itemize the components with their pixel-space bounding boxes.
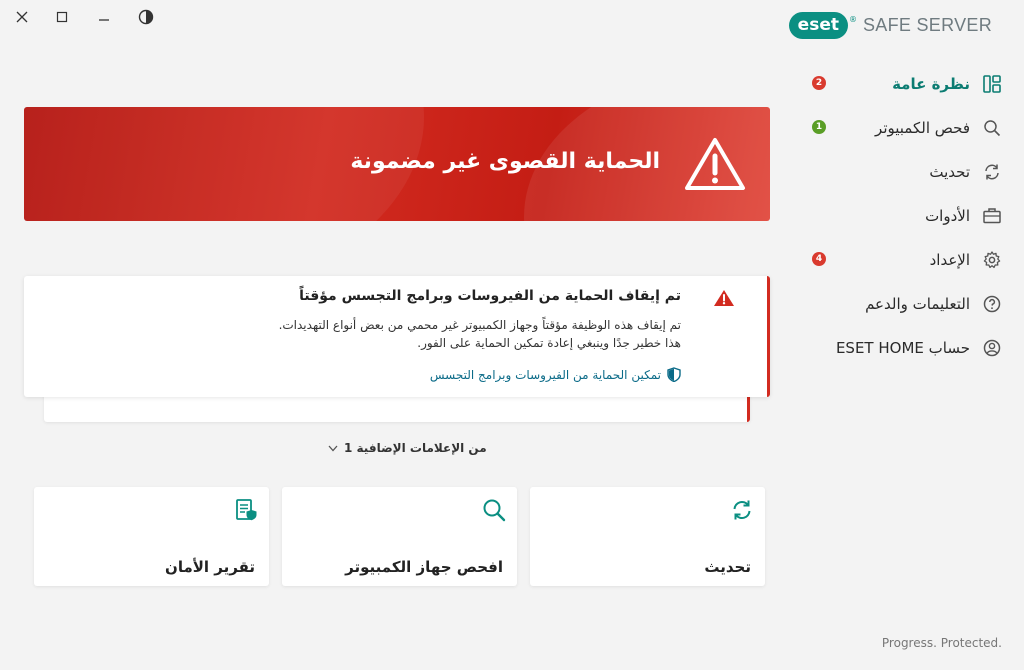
alert-icon — [713, 289, 735, 311]
notification-badge: 2 — [812, 76, 826, 90]
logo-registered-mark: ® — [848, 15, 857, 24]
refresh-icon — [729, 497, 755, 523]
sidebar: 2 نظرة عامة 1 فحص الكمبيوتر تحديث الأدوا… — [812, 62, 1002, 370]
contrast-icon — [138, 9, 154, 25]
security-report-card[interactable]: تقرير الأمان — [34, 487, 269, 586]
footer-tagline: Progress. Protected. — [881, 636, 1002, 650]
update-card-label: تحديث — [704, 558, 751, 576]
notification-badge: 4 — [812, 252, 826, 266]
minimize-button[interactable] — [86, 4, 122, 30]
sidebar-item-setup[interactable]: 4 الإعداد — [812, 238, 1002, 282]
help-icon — [982, 294, 1002, 314]
account-icon — [982, 338, 1002, 358]
computer-scan-card[interactable]: افحص جهاز الكمبيوتر — [282, 487, 517, 586]
close-icon — [16, 11, 28, 23]
dashboard-icon — [982, 74, 1002, 94]
more-notifications-toggle[interactable]: 1 من الإعلامات الإضافية — [328, 441, 487, 455]
warning-icon — [684, 137, 746, 195]
protection-status-banner: الحماية القصوى غير مضمونة — [24, 107, 770, 221]
sidebar-item-tools[interactable]: الأدوات — [812, 194, 1002, 238]
notification-body-line: هذا خطير جدًا وينبغي إعادة تمكين الحماية… — [417, 336, 681, 350]
notification-title: تم إيقاف الحماية من الفيروسات وبرامج الت… — [299, 288, 681, 304]
sidebar-item-label: فحص الكمبيوتر — [875, 119, 970, 137]
refresh-icon — [982, 162, 1002, 182]
computer-scan-card-label: افحص جهاز الكمبيوتر — [345, 558, 503, 576]
maximize-button[interactable] — [44, 4, 80, 30]
minimize-icon — [99, 19, 109, 21]
security-report-card-label: تقرير الأمان — [165, 558, 255, 576]
eset-logo: eset ® SAFE SERVER — [788, 12, 992, 39]
sidebar-item-computer-scan[interactable]: 1 فحص الكمبيوتر — [812, 106, 1002, 150]
sidebar-item-label: نظرة عامة — [892, 75, 970, 93]
shield-icon — [667, 367, 681, 382]
sidebar-item-label: التعليمات والدعم — [865, 295, 970, 313]
notification-body: تم إيقاف هذه الوظيفة مؤقتاً وجهاز الكمبي… — [211, 316, 681, 352]
security-report-icon — [233, 497, 259, 523]
enable-protection-link-label: تمكين الحماية من الفيروسات وبرامج التجسس — [429, 367, 661, 382]
notification-badge: 1 — [812, 120, 826, 134]
update-card[interactable]: تحديث — [530, 487, 765, 586]
sidebar-item-label: الأدوات — [925, 207, 970, 225]
enable-protection-link[interactable]: تمكين الحماية من الفيروسات وبرامج التجسس — [430, 367, 681, 382]
protection-status-title: الحماية القصوى غير مضمونة — [350, 149, 660, 174]
sidebar-item-help-support[interactable]: التعليمات والدعم — [812, 282, 1002, 326]
toolbox-icon — [982, 206, 1002, 226]
sidebar-item-update[interactable]: تحديث — [812, 150, 1002, 194]
search-icon — [982, 118, 1002, 138]
close-button[interactable] — [4, 4, 40, 30]
more-notifications-label: 1 من الإعلامات الإضافية — [344, 441, 487, 455]
gear-icon — [982, 250, 1002, 270]
product-name: SAFE SERVER — [862, 15, 992, 35]
maximize-icon — [56, 11, 68, 23]
theme-toggle-button[interactable] — [128, 4, 164, 30]
notification-body-line: تم إيقاف هذه الوظيفة مؤقتاً وجهاز الكمبي… — [278, 318, 681, 332]
search-icon — [481, 497, 507, 523]
sidebar-item-label: ESET HOME حساب — [835, 339, 970, 357]
chevron-down-icon — [328, 441, 338, 455]
logo-mark: eset — [788, 12, 848, 39]
notification-card: تم إيقاف الحماية من الفيروسات وبرامج الت… — [24, 276, 770, 397]
sidebar-item-label: تحديث — [929, 163, 970, 181]
sidebar-item-eset-home-account[interactable]: ESET HOME حساب — [812, 326, 1002, 370]
sidebar-item-overview[interactable]: 2 نظرة عامة — [812, 62, 1002, 106]
sidebar-item-label: الإعداد — [929, 251, 970, 269]
